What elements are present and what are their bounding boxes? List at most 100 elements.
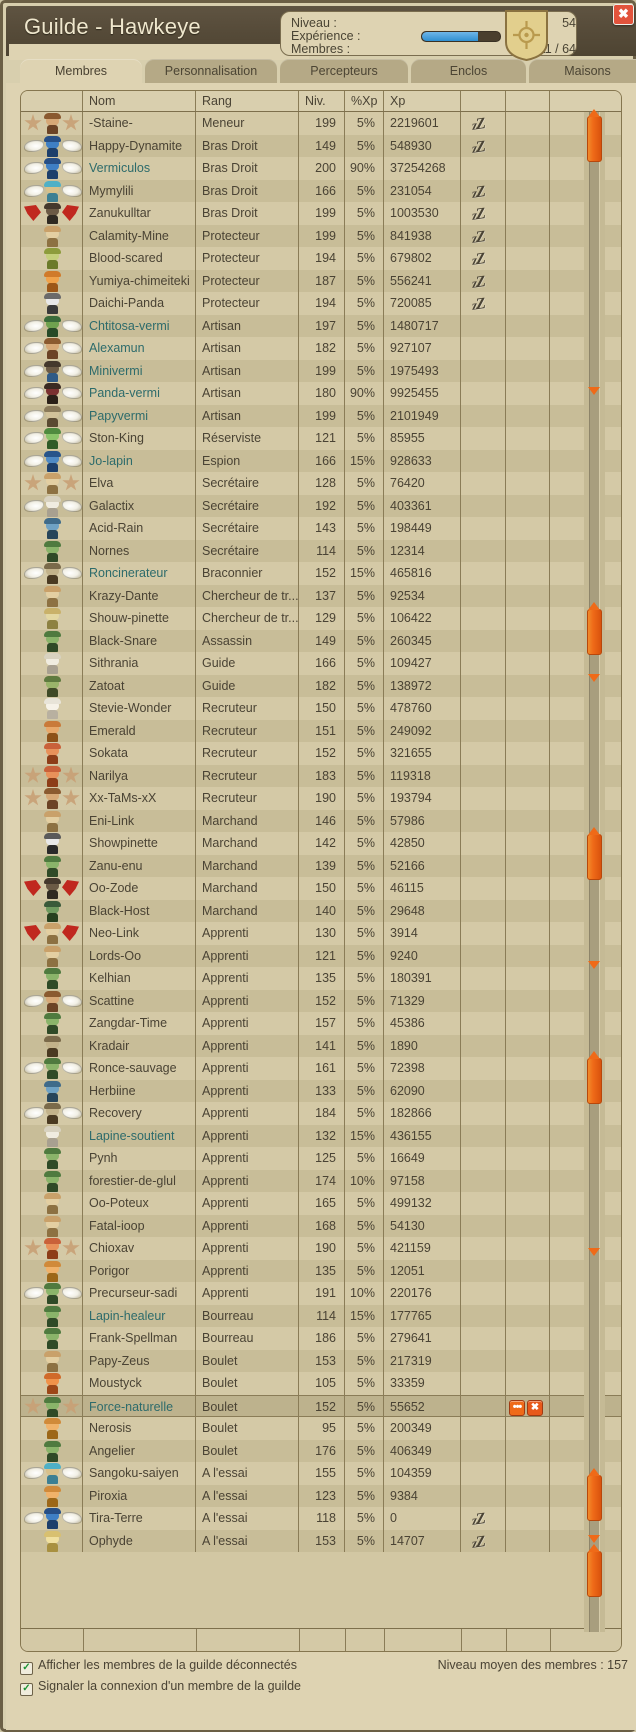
column-header-blank0[interactable] — [21, 91, 83, 111]
table-scrollbar[interactable] — [584, 109, 605, 399]
scrollbar-thumb[interactable] — [587, 1058, 602, 1104]
table-row[interactable]: forestier-de-glul Apprenti 174 10% 97158 — [21, 1169, 621, 1192]
table-row[interactable]: Precurseur-sadi Apprenti 191 10% 220176 — [21, 1282, 621, 1305]
column-header-blank6[interactable] — [461, 91, 506, 111]
table-row[interactable]: Daichi-Panda Protecteur 194 5% 720085 zZ — [21, 292, 621, 315]
column-header-nom[interactable]: Nom — [83, 91, 196, 111]
table-row[interactable]: Alexamun Artisan 182 5% 927107 — [21, 337, 621, 360]
table-row[interactable]: Neo-Link Apprenti 130 5% 3914 — [21, 922, 621, 945]
table-row[interactable]: Elva Secrétaire 128 5% 76420 — [21, 472, 621, 495]
table-row[interactable]: Panda-vermi Artisan 180 90% 9925455 — [21, 382, 621, 405]
table-row[interactable]: Piroxia A l'essai 123 5% 9384 — [21, 1484, 621, 1507]
column-header-rang[interactable]: Rang — [196, 91, 299, 111]
table-row[interactable]: Sithrania Guide 166 5% 109427 — [21, 652, 621, 675]
table-row[interactable]: Zanu-enu Marchand 139 5% 52166 — [21, 854, 621, 877]
table-row[interactable]: Vermiculos Bras Droit 200 90% 37254268 — [21, 157, 621, 180]
table-row[interactable]: Sokata Recruteur 152 5% 321655 — [21, 742, 621, 765]
table-row[interactable]: Happy-Dynamite Bras Droit 149 5% 548930 zZ — [21, 134, 621, 157]
table-row[interactable]: Roncinerateur Braconnier 152 15% 465816 — [21, 562, 621, 585]
table-row[interactable]: -Staine- Meneur 199 5% 2219601 zZ — [21, 112, 621, 135]
member-options-icon[interactable]: ••• — [509, 1399, 525, 1416]
scrollbar-thumb[interactable] — [587, 1475, 602, 1521]
scroll-up-arrow-icon[interactable] — [588, 109, 600, 117]
scroll-up-arrow-icon[interactable] — [588, 1544, 600, 1552]
table-row[interactable]: Chioxav Apprenti 190 5% 421159 — [21, 1237, 621, 1260]
table-row[interactable]: Acid-Rain Secrétaire 143 5% 198449 — [21, 517, 621, 540]
table-row[interactable]: Ston-King Réserviste 121 5% 85955 — [21, 427, 621, 450]
table-row[interactable]: Force-naturelle Boulet 152 5% 55652 ••• ✖ — [21, 1394, 621, 1418]
scroll-down-arrow-icon[interactable] — [588, 1248, 600, 1256]
table-row[interactable]: Zanukulltar Bras Droit 199 5% 1003530 zZ — [21, 202, 621, 225]
table-row[interactable]: Papyvermi Artisan 199 5% 2101949 — [21, 404, 621, 427]
table-row[interactable]: Sangoku-saiyen A l'essai 155 5% 104359 — [21, 1462, 621, 1485]
checkbox-show-disconnected[interactable]: ✓ — [20, 1662, 33, 1675]
scrollbar-thumb[interactable] — [587, 1551, 602, 1597]
table-row[interactable]: Recovery Apprenti 184 5% 182866 — [21, 1102, 621, 1125]
tab-enclos[interactable]: Enclos — [411, 59, 526, 84]
table-row[interactable]: Kradair Apprenti 141 5% 1890 — [21, 1034, 621, 1057]
table-row[interactable]: Narilya Recruteur 183 5% 119318 — [21, 764, 621, 787]
scrollbar-track[interactable] — [589, 973, 600, 1260]
table-row[interactable]: Papy-Zeus Boulet 153 5% 217319 — [21, 1349, 621, 1372]
tab-percepteurs[interactable]: Percepteurs — [280, 59, 408, 84]
table-row[interactable]: Lords-Oo Apprenti 121 5% 9240 — [21, 944, 621, 967]
table-row[interactable]: Ronce-sauvage Apprenti 161 5% 72398 — [21, 1057, 621, 1080]
tab-maisons[interactable]: Maisons — [529, 59, 636, 84]
table-row[interactable]: Angelier Boulet 176 5% 406349 — [21, 1439, 621, 1462]
table-row[interactable]: Kelhian Apprenti 135 5% 180391 — [21, 967, 621, 990]
table-scrollbar[interactable] — [584, 1544, 605, 1632]
scrollbar-thumb[interactable] — [587, 116, 602, 162]
tab-personnalisation[interactable]: Personnalisation — [145, 59, 277, 84]
column-header-blank7[interactable] — [506, 91, 550, 111]
table-row[interactable]: Ophyde A l'essai 153 5% 14707 zZ — [21, 1529, 621, 1552]
table-row[interactable]: Nerosis Boulet 95 5% 200349 — [21, 1417, 621, 1440]
table-row[interactable]: Fatal-ioop Apprenti 168 5% 54130 — [21, 1214, 621, 1237]
column-header-blank8[interactable] — [550, 91, 621, 111]
table-row[interactable]: Minivermi Artisan 199 5% 1975493 — [21, 359, 621, 382]
scroll-up-arrow-icon[interactable] — [588, 827, 600, 835]
table-row[interactable]: Oo-Poteux Apprenti 165 5% 499132 — [21, 1192, 621, 1215]
table-row[interactable]: Porigor Apprenti 135 5% 12051 — [21, 1259, 621, 1282]
option-notify-connection[interactable]: ✓ Signaler la connexion d'un membre de la… — [20, 1678, 301, 1696]
column-header-niv[interactable]: Niv. — [299, 91, 345, 111]
table-scrollbar[interactable] — [584, 399, 605, 686]
close-icon[interactable]: ✖ — [613, 4, 634, 25]
scroll-down-arrow-icon[interactable] — [588, 387, 600, 395]
table-row[interactable]: Chtitosa-vermi Artisan 197 5% 1480717 — [21, 314, 621, 337]
table-row[interactable]: Lapine-soutient Apprenti 132 15% 436155 — [21, 1124, 621, 1147]
table-row[interactable]: Zangdar-Time Apprenti 157 5% 45386 — [21, 1012, 621, 1035]
table-row[interactable]: Xx-TaMs-xX Recruteur 190 5% 193794 — [21, 787, 621, 810]
scroll-up-arrow-icon[interactable] — [588, 602, 600, 610]
table-row[interactable]: Black-Snare Assassin 149 5% 260345 — [21, 629, 621, 652]
table-row[interactable]: Frank-Spellman Bourreau 186 5% 279641 — [21, 1327, 621, 1350]
table-scrollbar[interactable] — [584, 686, 605, 973]
table-row[interactable]: Lapin-healeur Bourreau 114 15% 177765 — [21, 1304, 621, 1327]
table-row[interactable]: Zatoat Guide 182 5% 138972 — [21, 674, 621, 697]
table-row[interactable]: Galactix Secrétaire 192 5% 403361 — [21, 494, 621, 517]
table-row[interactable]: Emerald Recruteur 151 5% 249092 — [21, 719, 621, 742]
table-row[interactable]: Mymylili Bras Droit 166 5% 231054 zZ — [21, 179, 621, 202]
scroll-down-arrow-icon[interactable] — [588, 674, 600, 682]
table-row[interactable]: Yumiya-chimeiteki Protecteur 187 5% 556241 zZ — [21, 269, 621, 292]
table-scrollbar[interactable] — [584, 1260, 605, 1547]
table-row[interactable]: Shouw-pinette Chercheur de tr... 129 5% 1064… — [21, 607, 621, 630]
checkbox-notify-connection[interactable]: ✓ — [20, 1683, 33, 1696]
table-row[interactable]: Nornes Secrétaire 114 5% 12314 — [21, 539, 621, 562]
table-row[interactable]: Tira-Terre A l'essai 118 5% 0 zZ — [21, 1507, 621, 1530]
table-scrollbar[interactable] — [584, 973, 605, 1260]
table-row[interactable]: Pynh Apprenti 125 5% 16649 — [21, 1147, 621, 1170]
option-show-disconnected[interactable]: ✓ Afficher les membres de la guilde décon… — [20, 1657, 297, 1675]
member-remove-icon[interactable]: ✖ — [527, 1399, 543, 1416]
scroll-up-arrow-icon[interactable] — [588, 1468, 600, 1476]
column-header-xp[interactable]: Xp — [384, 91, 461, 111]
table-row[interactable]: Stevie-Wonder Recruteur 150 5% 478760 — [21, 697, 621, 720]
scroll-up-arrow-icon[interactable] — [588, 1051, 600, 1059]
scroll-down-arrow-icon[interactable] — [588, 961, 600, 969]
table-row[interactable]: Calamity-Mine Protecteur 199 5% 841938 zZ — [21, 224, 621, 247]
table-row[interactable]: Eni-Link Marchand 146 5% 57986 — [21, 809, 621, 832]
table-row[interactable]: Oo-Zode Marchand 150 5% 46115 — [21, 877, 621, 900]
table-row[interactable]: Krazy-Dante Chercheur de tr... 137 5% 92534 — [21, 584, 621, 607]
scrollbar-thumb[interactable] — [587, 609, 602, 655]
table-row[interactable]: Jo-lapin Espion 166 15% 928633 — [21, 449, 621, 472]
tab-membres[interactable]: Membres — [20, 59, 142, 84]
